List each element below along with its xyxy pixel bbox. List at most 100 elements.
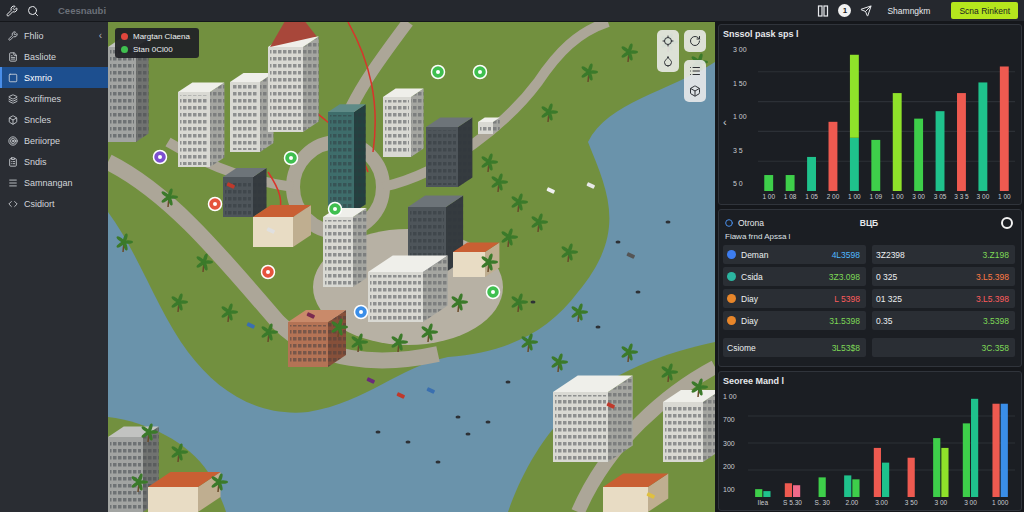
table-cell[interactable]: Deman4L3598 — [723, 245, 866, 264]
bar — [764, 175, 773, 191]
collapse-button[interactable]: ‹ — [99, 30, 102, 41]
sidebar-item[interactable]: Sxrifimes — [0, 88, 108, 109]
primary-button[interactable]: Scna Rinkent — [951, 2, 1018, 19]
bar-segment — [807, 157, 816, 191]
locate-icon[interactable] — [662, 35, 674, 47]
road — [383, 22, 608, 187]
bar-group — [933, 438, 948, 497]
map-legend: Margtan ClaenaStan 0Cl00 — [115, 28, 199, 58]
send-icon[interactable] — [860, 5, 872, 17]
bar-segment — [829, 122, 838, 191]
building-roof — [478, 118, 500, 123]
x-tick: 1 00 — [758, 193, 779, 200]
building-roof — [148, 472, 221, 487]
wrench-icon[interactable] — [6, 5, 18, 17]
building-windows — [480, 125, 491, 132]
sidebar-item-label: Fhlio — [24, 31, 93, 41]
table-cell[interactable]: DiayL 5398 — [723, 289, 866, 308]
x-axis: IleaS 5.30S. 302.003.003 503 003 001 000 — [748, 497, 1015, 507]
x-tick: 3 50 — [896, 499, 926, 506]
notification-badge[interactable]: 1 — [838, 4, 851, 17]
columns-icon[interactable] — [817, 5, 829, 17]
sidebar-item[interactable]: Sndis — [0, 151, 108, 172]
table-cell[interactable]: 3Z23983.Z198 — [872, 245, 1015, 264]
sidebar-item-icon — [8, 115, 18, 125]
map-pin[interactable] — [432, 66, 445, 79]
building — [230, 73, 274, 152]
map-canvas[interactable] — [108, 22, 715, 512]
palm-tree — [481, 253, 498, 272]
building-front — [223, 177, 253, 217]
land — [108, 417, 226, 512]
map-control-panel — [684, 60, 706, 102]
table-cell[interactable]: 0.353.5398 — [872, 311, 1015, 330]
table-cell[interactable]: Diay31.5398 — [723, 311, 866, 330]
map-pin[interactable] — [285, 152, 298, 165]
palm-leaf — [427, 323, 434, 334]
palm-leaf — [517, 193, 524, 204]
row-icon — [727, 316, 736, 325]
sidebar-item-label: Sncles — [24, 115, 102, 125]
row-value: 4L3598 — [832, 250, 860, 260]
sidebar-item[interactable]: Samnangan — [0, 172, 108, 193]
palm-leaf — [587, 63, 594, 74]
boat — [506, 381, 511, 384]
map-pin[interactable] — [209, 198, 222, 211]
cube-icon[interactable] — [689, 85, 701, 97]
palm-tree — [221, 303, 238, 322]
toggle-button[interactable] — [1001, 217, 1013, 229]
map-controls — [657, 30, 706, 102]
list-icon[interactable] — [689, 65, 701, 77]
sidebar-item[interactable]: Fhlio ‹ — [0, 25, 108, 46]
palm-leaf — [627, 43, 634, 54]
palm-tree — [331, 318, 348, 337]
building-roof — [253, 205, 311, 217]
palm-tree — [661, 363, 678, 382]
map-pin[interactable] — [262, 266, 275, 279]
droplet-icon[interactable] — [662, 55, 674, 67]
building-windows — [428, 130, 456, 185]
building-roof — [178, 82, 224, 92]
palm-tree — [161, 188, 178, 207]
sidebar-item-icon — [8, 94, 18, 104]
bar — [936, 111, 945, 191]
map-pin-center — [333, 207, 337, 211]
table-cell[interactable]: Csida3Z3.098 — [723, 267, 866, 286]
bar — [844, 475, 851, 497]
bar — [963, 423, 970, 497]
bar — [871, 140, 880, 191]
building — [328, 104, 366, 212]
table-cell[interactable]: 0 3253.L5.398 — [872, 267, 1015, 286]
building-roof — [230, 73, 274, 82]
palm-tree — [131, 473, 148, 492]
palm-leaf — [567, 243, 574, 254]
search-icon[interactable] — [27, 5, 39, 17]
bar-segment — [936, 111, 945, 191]
chart-nav-button[interactable]: ‹ — [723, 42, 730, 201]
sidebar-item-label: Sndis — [24, 157, 102, 167]
sidebar-item[interactable]: Sncles — [0, 109, 108, 130]
sidebar-item[interactable]: Beriiorpe — [0, 130, 108, 151]
vehicle — [626, 252, 635, 259]
top-bar: Ceesnaubi1ShamngkmScna Rinkent — [0, 0, 1024, 22]
building — [148, 472, 221, 512]
building-front — [108, 437, 143, 512]
table-cell[interactable]: 01 3253.L5.398 — [872, 289, 1015, 308]
sidebar-item[interactable]: Csidiort — [0, 193, 108, 214]
sidebar-item-label: Csidiort — [24, 199, 102, 209]
rotate-icon[interactable] — [689, 35, 701, 47]
building-side — [354, 104, 366, 212]
building-windows — [270, 50, 301, 130]
map-pin[interactable] — [329, 203, 342, 216]
palm-tree — [491, 173, 508, 192]
bar — [882, 463, 889, 497]
sidebar-item[interactable]: Sxmrio — [0, 67, 108, 88]
bar — [1001, 404, 1008, 497]
building-windows — [290, 325, 326, 365]
map-pin[interactable] — [154, 151, 167, 164]
map-pin[interactable] — [474, 66, 487, 79]
sidebar-item[interactable]: Basliote — [0, 46, 108, 67]
map-pin[interactable] — [487, 286, 500, 299]
map-pin[interactable] — [355, 306, 368, 319]
bar — [852, 479, 859, 497]
